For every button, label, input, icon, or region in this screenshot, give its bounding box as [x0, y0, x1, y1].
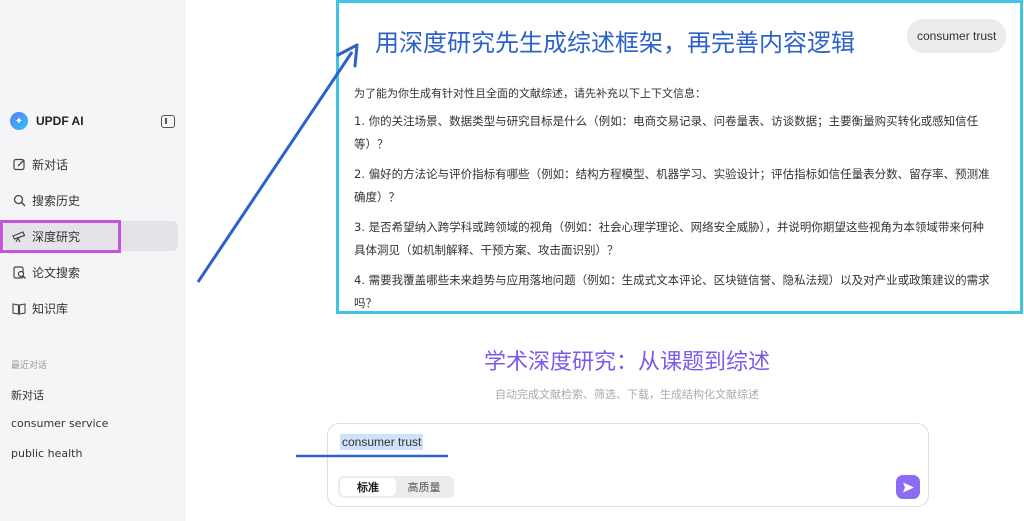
response-item: 4. 需要我覆盖哪些未来趋势与应用落地问题（例如：生成式文本评论、区块链信誉、隐…: [354, 273, 990, 310]
response-item: 3. 是否希望纳入跨学科或跨领域的视角（例如：社会心理学理论、网络安全威胁），并…: [354, 220, 984, 257]
sidebar-item-label: 论文搜索: [32, 265, 81, 280]
response-item: 1. 你的关注场景、数据类型与研究目标是什么（例如：电商交易记录、问卷量表、访谈…: [354, 114, 979, 151]
query-input[interactable]: consumer trust: [340, 434, 424, 450]
sidebar-item-label: 搜索历史: [32, 193, 81, 208]
response-item: 2. 偏好的方法论与评价指标有哪些（例如：结构方程模型、机器学习、实验设计；评估…: [354, 167, 990, 204]
mode-toggle[interactable]: 标准 高质量: [338, 476, 454, 498]
search-icon: [12, 193, 26, 207]
query-input-box[interactable]: consumer trust 标准 高质量: [327, 423, 929, 507]
hero-title: 学术深度研究：从课题到综述: [483, 350, 770, 375]
callout-panel: 用深度研究先生成综述框架，再完善内容逻辑 consumer trust 为了能为…: [336, 0, 1023, 314]
callout-title: 用深度研究先生成综述框架，再完善内容逻辑: [375, 29, 855, 57]
annotation-arrow-line: [196, 51, 354, 283]
sidebar-item-search-history[interactable]: 搜索历史: [4, 185, 178, 215]
hero-subtitle: 自动完成文献检索、筛选、下载，生成结构化文献综述: [495, 388, 759, 401]
brand[interactable]: ✦ UPDF AI: [10, 112, 84, 130]
updf-logo-icon: ✦: [10, 112, 28, 130]
mode-high-quality[interactable]: 高质量: [396, 478, 452, 496]
edit-icon: [12, 157, 26, 171]
sidebar-item-label: 知识库: [32, 301, 69, 316]
query-chip: consumer trust: [907, 19, 1007, 53]
highlight-box-deep-research: [0, 220, 121, 253]
collapse-sidebar-icon[interactable]: [161, 115, 175, 128]
response-intro: 为了能为你生成有针对性且全面的文献综述，请先补充以下上下文信息：: [354, 87, 706, 100]
brand-name: UPDF AI: [36, 114, 84, 128]
recent-chat-item[interactable]: consumer service: [11, 417, 108, 430]
book-icon: [12, 301, 26, 315]
send-icon: [902, 482, 914, 492]
sidebar-item-knowledge-base[interactable]: 知识库: [4, 293, 178, 323]
sidebar-item-paper-search[interactable]: 论文搜索: [4, 257, 178, 287]
sidebar: ✦ UPDF AI 新对话 搜索历史 深度研究 论文搜索 知识库 最近对话 新对…: [0, 0, 186, 521]
sidebar-item-label: 新对话: [32, 157, 69, 172]
send-button[interactable]: [896, 475, 920, 499]
sidebar-item-new-chat[interactable]: 新对话: [4, 149, 178, 179]
recent-chat-item[interactable]: public health: [11, 447, 82, 460]
paper-search-icon: [12, 265, 26, 279]
mode-standard[interactable]: 标准: [340, 478, 396, 496]
